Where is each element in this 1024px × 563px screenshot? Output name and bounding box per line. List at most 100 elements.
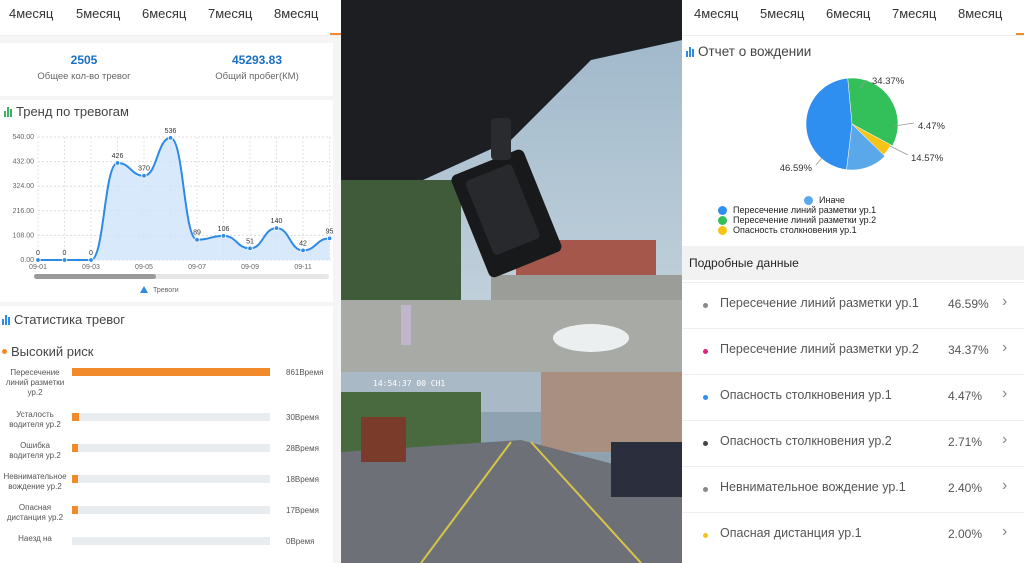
chevron-right-icon[interactable]: › [1002,431,1007,449]
data-label: 95 [326,228,333,235]
risk-bar-track [72,413,270,421]
data-label: 42 [299,240,307,247]
details-row-percent: 2.40% [948,481,983,495]
data-point[interactable] [300,247,306,254]
data-point[interactable] [61,257,68,263]
active-tab-indicator [1016,33,1024,35]
tab-month-5[interactable]: 5месяц [760,0,804,28]
tab-month-4[interactable]: 4месяц [9,0,53,28]
risk-count: 18Время [286,475,319,484]
data-point[interactable] [326,235,333,242]
risk-count: 861Время [286,368,324,377]
x-tick-label: 09-11 [294,264,311,271]
total-mileage-label: Общий пробег(КМ) [215,71,299,82]
tab-month-4[interactable]: 4месяц [694,0,738,28]
y-tick-label: 0.00 [20,257,34,264]
chevron-right-icon[interactable]: › [1002,523,1007,541]
chevron-right-icon[interactable]: › [1002,385,1007,403]
risk-row: Ошибка водителя ур.2 28Время [0,441,333,469]
details-row[interactable]: Опасность столкновения ур.1 4.47% › [682,374,1024,418]
risk-bar-fill [72,475,78,483]
data-label: 370 [138,166,150,173]
legend-label: Пересечение линий разметки ур.2 [733,215,877,225]
tab-month-5[interactable]: 5месяц [76,0,120,28]
data-point[interactable] [88,257,94,263]
chevron-right-icon[interactable]: › [1002,477,1007,495]
scrollbar-thumb[interactable] [34,274,156,279]
stats-title-text: Статистика тревог [14,312,126,327]
pie-slice[interactable] [805,77,853,170]
legend-dot-icon [718,205,727,215]
tab-month-8[interactable]: 8месяц [274,0,318,28]
dashcam-mounted-photo [341,0,682,372]
details-header: Подробные данные [682,246,1024,280]
bullet-dot-icon [703,533,708,538]
legend-label: Пересечение линий разметки ур.1 [733,205,877,215]
pie-pct-label: 4.47% [918,121,945,132]
risk-count: 17Время [286,506,319,515]
total-mileage: 45293.83 Общий пробег(КМ) [182,53,332,82]
details-row-percent: 2.00% [948,527,983,541]
risk-name: Невнимательное вождение ур.2 [3,472,67,491]
chevron-right-icon[interactable]: › [1002,339,1007,357]
leader-line [815,157,823,166]
details-row-percent: 4.47% [948,389,983,403]
stats-title: Статистика тревог [2,312,125,327]
month-tabs: 4месяц 5месяц 6месяц 7месяц 8месяц [682,0,1024,36]
data-point[interactable] [247,245,253,252]
data-point[interactable] [273,225,280,231]
pie-pct-label: 14.57% [911,153,944,164]
data-label: 140 [271,218,283,225]
data-point[interactable] [194,237,200,243]
high-risk-title-text: Высокий риск [11,344,94,359]
tab-month-7[interactable]: 7месяц [208,0,252,28]
details-row[interactable]: Пересечение линий разметки ур.2 34.37% › [682,328,1024,372]
risk-name: Ошибка водителя ур.2 [9,441,61,460]
risk-name: Усталость водителя ур.2 [9,410,61,429]
month-tabs: 4месяц 5месяц 6месяц 7месяц 8месяц [0,0,341,36]
details-row[interactable]: Опасная дистанция ур.1 2.00% › [682,512,1024,556]
details-row[interactable]: Пересечение линий разметки ур.1 46.59% › [682,282,1024,326]
video-timestamp: 14:54:37 00 CH1 [373,379,446,388]
dashcam-road-view [341,372,682,563]
details-row-percent: 2.71% [948,435,983,449]
report-title: Отчет о вождении [686,44,811,59]
risk-count: 30Время [286,413,319,422]
data-point[interactable] [114,160,121,166]
tab-month-7[interactable]: 7месяц [892,0,936,28]
legend-dot-icon [804,195,813,205]
data-label: 0 [89,250,93,257]
data-label: 426 [112,153,124,160]
legend-label: Тревоги [153,287,179,294]
risk-name: Пересечение линий разметки ур.2 [5,368,65,397]
risk-row: Опасная дистанция ур.2 17Время [0,503,333,531]
bullet-dot-icon [703,395,708,400]
x-tick-label: 09-01 [29,264,47,271]
tab-month-6[interactable]: 6месяц [826,0,870,28]
data-point[interactable] [220,233,227,239]
chevron-right-icon[interactable]: › [1002,293,1007,311]
details-row[interactable]: Опасность столкновения ур.2 2.71% › [682,420,1024,464]
risk-name: Опасная дистанция ур.2 [6,503,64,522]
risk-bar-track [72,537,270,545]
legend-dot-icon [718,215,727,225]
data-point[interactable] [167,135,174,141]
legend-dot-icon [718,225,727,235]
data-point[interactable] [141,173,147,179]
data-point[interactable] [35,257,41,263]
details-row-percent: 34.37% [948,343,989,357]
y-tick-label: 108.00 [13,232,35,239]
bullet-dot-icon [703,303,708,308]
risk-count: 0Время [286,537,315,546]
left-phone-screen: 4месяц 5месяц 6месяц 7месяц 8месяц 2505 … [0,0,341,563]
details-row[interactable]: Невнимательное вождение ур.1 2.40% › [682,466,1024,510]
tab-month-6[interactable]: 6месяц [142,0,186,28]
risk-bar-fill [72,506,78,514]
risk-bar-track [72,368,270,376]
high-risk-title: Высокий риск [2,344,93,359]
details-row-label: Опасная дистанция ур.1 [720,526,862,540]
tab-month-8[interactable]: 8месяц [958,0,1002,28]
x-tick-label: 09-07 [188,264,206,271]
details-row-label: Невнимательное вождение ур.1 [720,480,906,494]
legend-item: Иначе [718,195,876,205]
